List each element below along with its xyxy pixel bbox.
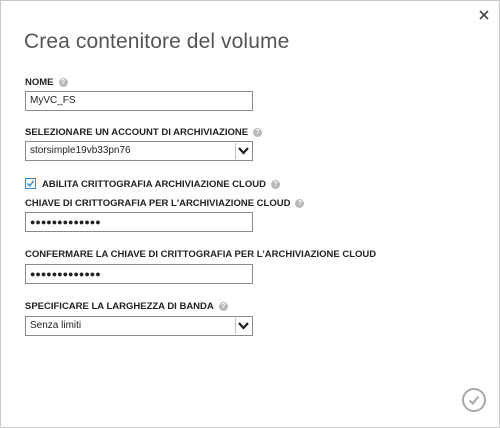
encryption-label-text: ABILITA CRITTOGRAFIA ARCHIVIAZIONE CLOUD xyxy=(42,179,266,190)
bandwidth-value: Senza limiti xyxy=(30,320,82,331)
key-label: CHIAVE DI CRITTOGRAFIA PER L'ARCHIVIAZIO… xyxy=(25,198,305,209)
confirm-key-input[interactable]: ●●●●●●●●●●●●● xyxy=(25,264,253,284)
confirm-key-label-text: CONFERMARE LA CHIAVE DI CRITTOGRAFIA PER… xyxy=(25,249,377,260)
dialog-title: Crea contenitore del volume xyxy=(24,30,290,53)
bandwidth-label-text: SPECIFICARE LA LARGHEZZA DI BANDA xyxy=(25,301,214,312)
encryption-label: ABILITA CRITTOGRAFIA ARCHIVIAZIONE CLOUD… xyxy=(42,179,280,190)
key-input[interactable]: ●●●●●●●●●●●●● xyxy=(25,212,253,232)
help-icon[interactable]: ? xyxy=(218,302,228,311)
bandwidth-label: SPECIFICARE LA LARGHEZZA DI BANDA ? xyxy=(25,301,228,312)
chevron-down-icon[interactable] xyxy=(235,143,251,159)
help-icon[interactable]: ? xyxy=(58,78,68,87)
bandwidth-select[interactable]: Senza limiti xyxy=(25,316,253,336)
storage-account-label-text: SELEZIONARE UN ACCOUNT DI ARCHIVIAZIONE xyxy=(25,127,249,138)
name-label-text: NOME xyxy=(25,77,54,88)
confirm-key-label: CONFERMARE LA CHIAVE DI CRITTOGRAFIA PER… xyxy=(25,249,376,260)
chevron-down-icon[interactable] xyxy=(235,318,251,334)
key-label-text: CHIAVE DI CRITTOGRAFIA PER L'ARCHIVIAZIO… xyxy=(25,198,291,209)
help-icon[interactable]: ? xyxy=(270,180,280,189)
storage-account-value: storsimple19vb33pn76 xyxy=(30,145,131,156)
checkmark-icon xyxy=(26,180,35,187)
help-icon[interactable]: ? xyxy=(295,199,305,208)
name-label: NOME ? xyxy=(25,77,68,88)
confirm-button[interactable] xyxy=(462,388,486,412)
close-icon[interactable] xyxy=(477,8,491,22)
help-icon[interactable]: ? xyxy=(253,128,263,137)
storage-account-select[interactable]: storsimple19vb33pn76 xyxy=(25,141,253,161)
name-input[interactable]: MyVC_FS xyxy=(25,91,253,111)
checkmark-circle-icon xyxy=(468,395,480,405)
encryption-checkbox[interactable] xyxy=(25,178,36,189)
storage-account-label: SELEZIONARE UN ACCOUNT DI ARCHIVIAZIONE … xyxy=(25,127,263,138)
dialog: Crea contenitore del volume NOME ? MyVC_… xyxy=(0,0,500,428)
